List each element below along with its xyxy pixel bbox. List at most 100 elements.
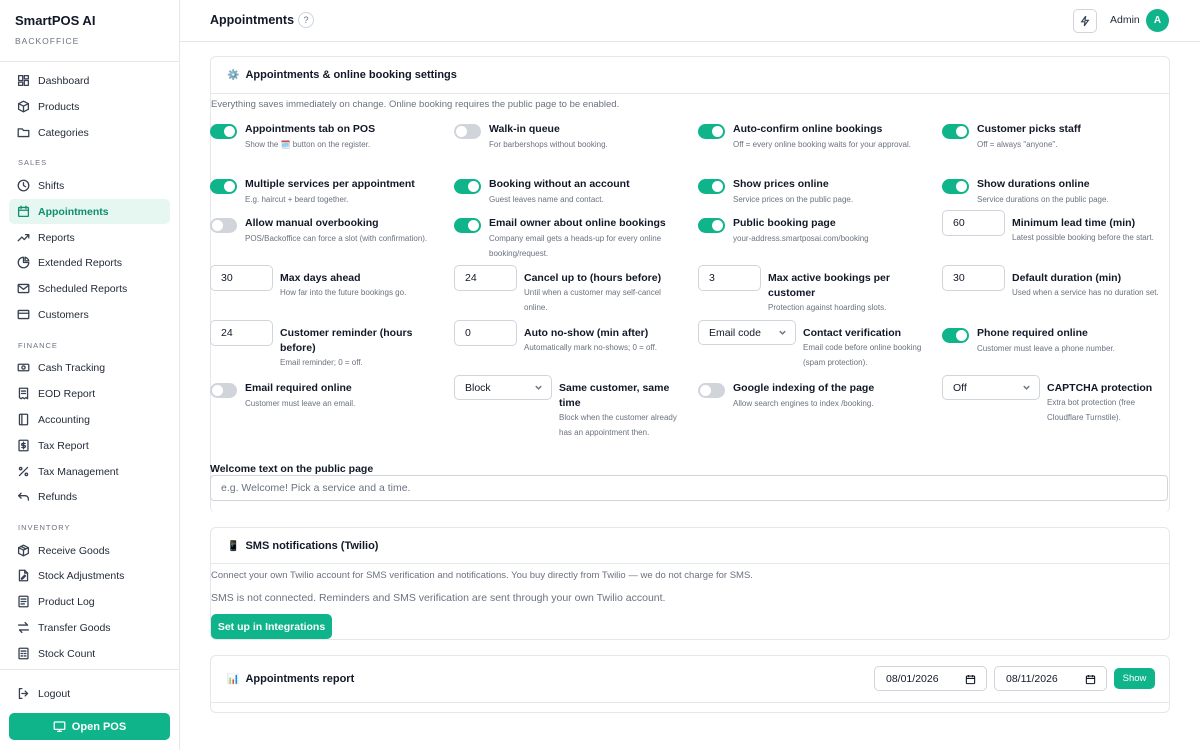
setting-title: Booking without an account [489, 178, 630, 190]
chart-icon: 📊 [227, 673, 240, 685]
setting-description: Customer must leave a phone number. [977, 344, 1115, 353]
section-finance: FINANCE [18, 341, 58, 350]
max-days-ahead-input[interactable]: 30 [210, 265, 273, 291]
public-booking-page-toggle[interactable] [698, 218, 725, 233]
setting-description: How far into the future bookings go. [280, 288, 407, 297]
setting-description: Service durations on the public page. [977, 195, 1109, 204]
sidebar-item-extended-reports[interactable]: Extended Reports [9, 250, 170, 275]
auto-confirm-online-bookings-toggle[interactable] [698, 124, 725, 139]
show-prices-online-toggle[interactable] [698, 179, 725, 194]
sidebar-item-accounting[interactable]: Accounting [9, 407, 170, 432]
walk-in-queue-toggle[interactable] [454, 124, 481, 139]
phone-required-online-toggle[interactable] [942, 328, 969, 343]
report-card: 📊 Appointments report 08/01/2026 08/11/2… [210, 655, 1170, 713]
setting-description: Until when a customer may self-cancel on… [524, 288, 661, 312]
toggle-knob [700, 385, 711, 396]
booking-without-an-account-toggle[interactable] [454, 179, 481, 194]
sidebar-item-label: Accounting [38, 413, 90, 426]
toggle-knob [224, 126, 235, 137]
setting-title: Default duration (min) [1012, 272, 1122, 284]
sidebar-item-tax-management[interactable]: Tax Management [9, 459, 170, 484]
setting-description: Email reminder; 0 = off. [280, 358, 363, 367]
appointments-tab-on-pos-toggle[interactable] [210, 124, 237, 139]
select-value: Off [953, 381, 967, 394]
setting-title: Contact verification [803, 327, 902, 339]
sidebar-item-products[interactable]: Products [9, 94, 170, 119]
sidebar-item-reports[interactable]: Reports [9, 225, 170, 250]
clock-icon [17, 179, 30, 192]
auto-no-show-min-after-input[interactable]: 0 [454, 320, 517, 346]
sidebar-item-label: EOD Report [38, 387, 96, 400]
date-from-input[interactable]: 08/01/2026 [874, 666, 987, 691]
logout-button[interactable]: Logout [9, 681, 170, 706]
email-required-online-toggle[interactable] [210, 383, 237, 398]
sidebar-item-dashboard[interactable]: Dashboard [9, 68, 170, 93]
contact-verification-select[interactable]: Email code [698, 320, 796, 345]
mail-icon [17, 282, 30, 295]
setting-description: Service prices on the public page. [733, 195, 854, 204]
setting-description: Extra bot protection (free Cloudflare Tu… [1047, 398, 1136, 422]
same-customer-same-time-select[interactable]: Block [454, 375, 552, 400]
brand-subtitle: BACKOFFICE [15, 36, 80, 46]
allow-manual-overbooking-toggle[interactable] [210, 218, 237, 233]
setting-description: Block when the customer already has an a… [559, 413, 677, 437]
sms-title: 📱 SMS notifications (Twilio) [227, 540, 378, 552]
sidebar: SmartPOS AI BACKOFFICE Dashboard Products… [0, 0, 180, 750]
sidebar-item-cash-tracking[interactable]: Cash Tracking [9, 355, 170, 380]
sidebar-item-transfer-goods[interactable]: Transfer Goods [9, 615, 170, 640]
calendar-icon [17, 205, 30, 218]
show-durations-online-toggle[interactable] [942, 179, 969, 194]
setting-description: Automatically mark no-shows; 0 = off. [524, 343, 658, 352]
sidebar-item-label: Shifts [38, 179, 65, 192]
cash-icon [17, 361, 30, 374]
welcome-text-input[interactable]: e.g. Welcome! Pick a service and a time. [210, 475, 1168, 501]
google-indexing-of-the-page-toggle[interactable] [698, 383, 725, 398]
toggle-knob [224, 181, 235, 192]
sms-title-text: SMS notifications (Twilio) [245, 540, 379, 552]
section-sales: SALES [18, 158, 48, 167]
setting-description: your-address.smartposai.com/booking [733, 234, 869, 243]
toggle-knob [468, 181, 479, 192]
date-to-input[interactable]: 08/11/2026 [994, 666, 1107, 691]
multiple-services-per-appointment-toggle[interactable] [210, 179, 237, 194]
cancel-up-to-hours-before-input[interactable]: 24 [454, 265, 517, 291]
open-pos-button[interactable]: Open POS [9, 713, 170, 740]
sidebar-item-label: Tax Report [38, 439, 89, 452]
sidebar-item-label: Stock Count [38, 647, 96, 660]
setting-title: Appointments tab on POS [245, 123, 376, 135]
email-owner-about-online-bookings-toggle[interactable] [454, 218, 481, 233]
sidebar-item-label: Reports [38, 231, 75, 244]
sidebar-item-tax-report[interactable]: Tax Report [9, 433, 170, 458]
sidebar-item-stock-count[interactable]: Stock Count [9, 641, 170, 666]
max-active-bookings-per-customer-input[interactable]: 3 [698, 265, 761, 291]
monitor-icon [53, 721, 66, 733]
sidebar-item-stock-adjustments[interactable]: Stock Adjustments [9, 563, 170, 588]
sidebar-item-eod-report[interactable]: EOD Report [9, 381, 170, 406]
log-icon [17, 595, 30, 608]
setting-title: Google indexing of the page [733, 382, 875, 394]
chevron-down-icon [1022, 383, 1031, 392]
captcha-protection-select[interactable]: Off [942, 375, 1040, 400]
report-title: 📊 Appointments report [227, 673, 354, 685]
show-report-button[interactable]: Show [1114, 668, 1155, 689]
sidebar-item-appointments[interactable]: Appointments [9, 199, 170, 224]
minimum-lead-time-min-input[interactable]: 60 [942, 210, 1005, 236]
sidebar-item-categories[interactable]: Categories [9, 120, 170, 145]
sidebar-item-shifts[interactable]: Shifts [9, 173, 170, 198]
default-duration-min-input[interactable]: 30 [942, 265, 1005, 291]
sidebar-item-label: Stock Adjustments [38, 569, 125, 582]
setup-integrations-button[interactable]: Set up in Integrations [211, 614, 332, 639]
toggle-knob [212, 220, 223, 231]
setting-title: Walk-in queue [489, 123, 560, 135]
customer-reminder-hours-before-input[interactable]: 24 [210, 320, 273, 346]
setting-description: Customer must leave an email. [245, 399, 356, 408]
sidebar-item-refunds[interactable]: Refunds [9, 484, 170, 509]
sidebar-divider [0, 61, 180, 62]
customer-picks-staff-toggle[interactable] [942, 124, 969, 139]
welcome-text-label: Welcome text on the public page [210, 463, 374, 475]
open-pos-label: Open POS [71, 720, 127, 733]
sidebar-item-receive-goods[interactable]: Receive Goods [9, 538, 170, 563]
sidebar-item-product-log[interactable]: Product Log [9, 589, 170, 614]
sidebar-item-customers[interactable]: Customers [9, 302, 170, 327]
sidebar-item-scheduled-reports[interactable]: Scheduled Reports [9, 276, 170, 301]
